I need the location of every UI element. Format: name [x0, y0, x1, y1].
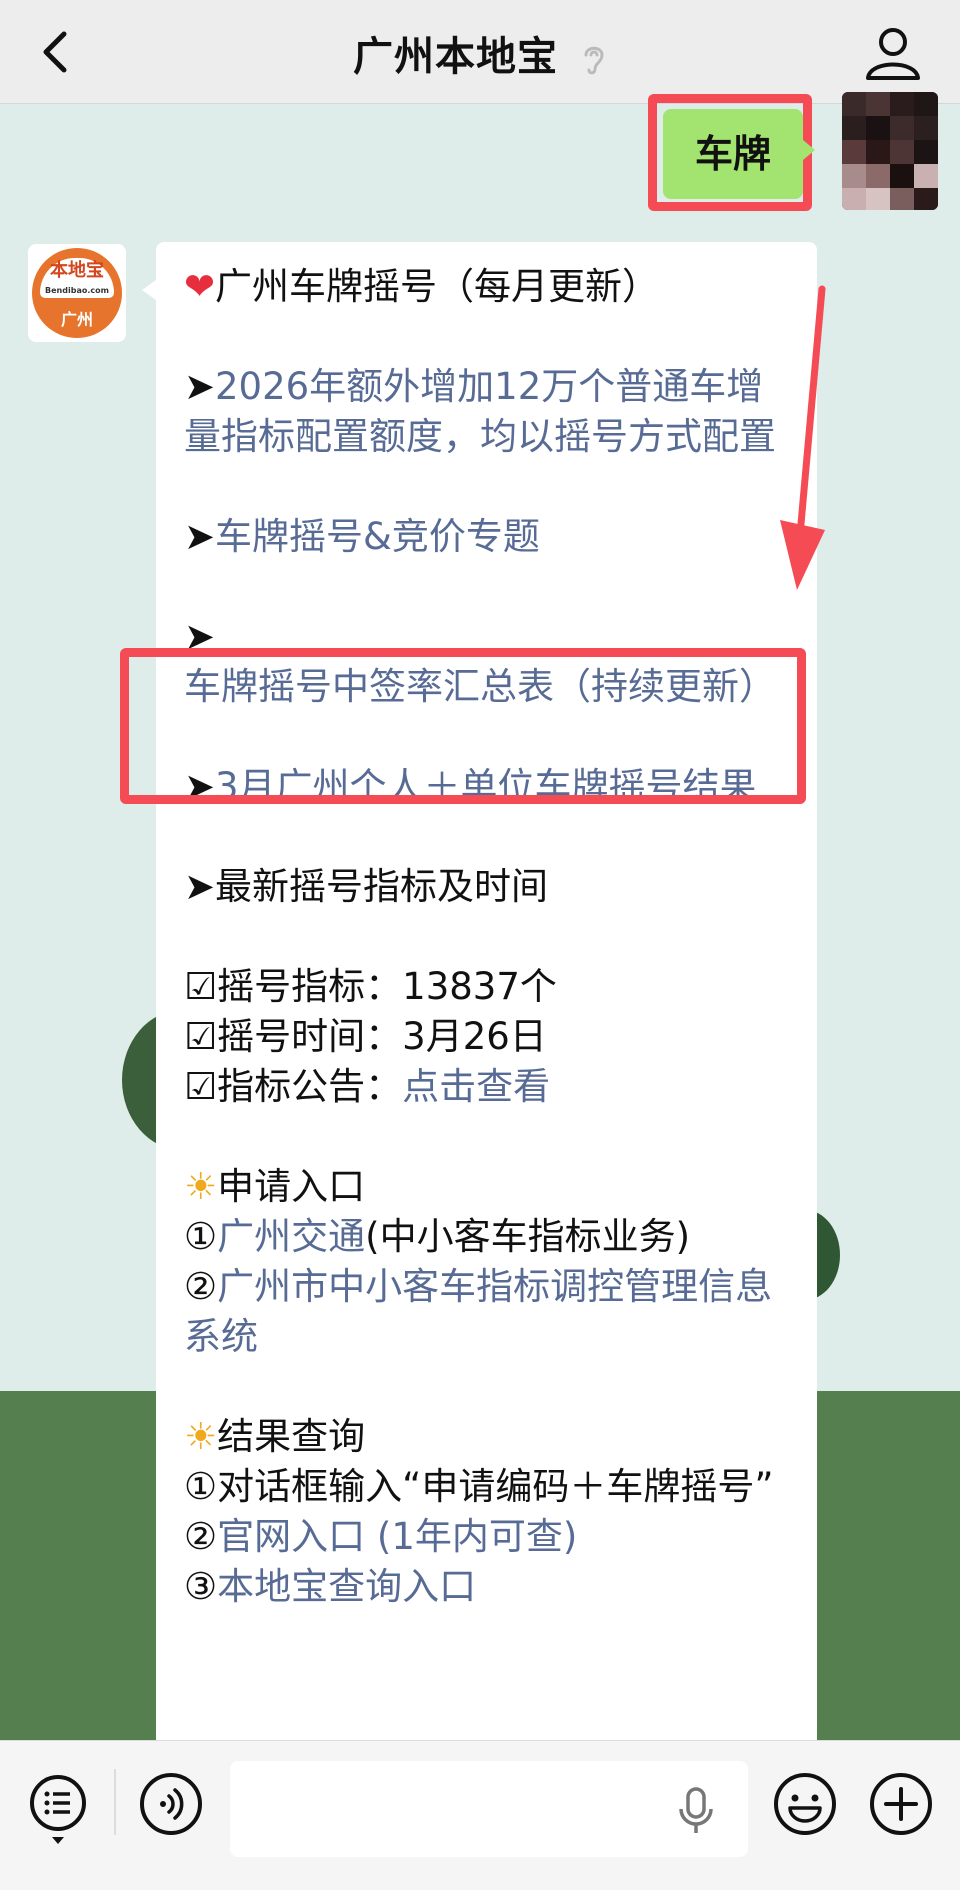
link-lottery-topic[interactable]: 车牌摇号&竞价专题 [215, 515, 540, 558]
checkbox-icon: ☑ [184, 1065, 218, 1108]
input-bar [0, 1740, 960, 1890]
message-input[interactable] [230, 1761, 748, 1857]
link-bendibao-query[interactable]: 本地宝查询入口 [217, 1565, 476, 1608]
checkbox-icon: ☑ [184, 1015, 218, 1058]
result-heading-line: ☀结果查询 [184, 1412, 796, 1462]
outgoing-message-bubble[interactable]: 车牌 [663, 109, 803, 199]
outgoing-bubble-tail [803, 140, 815, 160]
incoming-message-content: ❤广州车牌摇号（每月更新） ➤2026年额外增加12万个普通车增量指标配置额度，… [184, 262, 796, 1612]
list-menu-icon[interactable] [26, 1771, 90, 1851]
quota-label: 摇号指标： [217, 965, 403, 1008]
avatar-url: Bendibao.com [45, 286, 109, 295]
arrow-bullet-icon: ➤ [184, 865, 216, 908]
arrow-bullet-icon: ➤ [184, 365, 216, 408]
latest-heading: 最新摇号指标及时间 [215, 865, 549, 908]
sun-icon: ☀ [184, 1415, 218, 1458]
checkbox-icon: ☑ [184, 965, 218, 1008]
apply-heading-line: ☀申请入口 [184, 1162, 796, 1212]
section-line: ➤最新摇号指标及时间 [184, 862, 796, 912]
message-title: 广州车牌摇号（每月更新） [215, 265, 660, 308]
link-official-site[interactable]: 官网入口 (1年内可查) [217, 1515, 577, 1558]
chat-header: 广州本地宝 [0, 0, 960, 104]
person-icon[interactable] [862, 22, 924, 84]
plus-circle-icon[interactable] [868, 1771, 934, 1837]
result-line-1: ①对话框输入“申请编码＋车牌摇号” [184, 1462, 796, 1512]
chat-title-container: 广州本地宝 [0, 24, 960, 82]
bendibao-avatar[interactable]: 本地宝 Bendibao.com 广州 [28, 244, 126, 342]
sun-icon: ☀ [184, 1165, 218, 1208]
time-line: ☑摇号时间：3月26日 [184, 1012, 796, 1062]
circled-two-icon: ② [184, 1515, 218, 1558]
link-quota-increase[interactable]: 2026年额外增加12万个普通车增量指标配置额度，均以摇号方式配置 [184, 365, 776, 458]
result-line-2: ②官网入口 (1年内可查) [184, 1512, 796, 1562]
link-line: ➤车牌摇号&竞价专题 [184, 512, 796, 562]
arrow-bullet-icon: ➤ [184, 515, 216, 558]
notice-line: ☑指标公告：点击查看 [184, 1062, 796, 1112]
user-avatar[interactable] [842, 92, 938, 210]
smile-emoji-icon[interactable] [772, 1771, 838, 1837]
quota-line: ☑摇号指标：13837个 [184, 962, 796, 1012]
time-label: 摇号时间： [217, 1015, 403, 1058]
avatar-city: 广州 [60, 310, 93, 329]
link-quota-system[interactable]: 广州市中小客车指标调控管理信息系统 [184, 1265, 772, 1358]
circled-one-icon: ① [184, 1465, 218, 1508]
circled-two-icon: ② [184, 1265, 218, 1308]
outgoing-message-text: 车牌 [694, 132, 771, 176]
apply-line-2: ②广州市中小客车指标调控管理信息系统 [184, 1262, 796, 1362]
notice-label: 指标公告： [217, 1065, 403, 1108]
bar-divider [114, 1769, 116, 1835]
notice-link[interactable]: 点击查看 [402, 1065, 550, 1108]
microphone-icon[interactable] [675, 1787, 717, 1835]
time-value: 3月26日 [402, 1015, 547, 1058]
highlight-box [120, 648, 806, 804]
link-line: ➤2026年额外增加12万个普通车增量指标配置额度，均以摇号方式配置 [184, 362, 796, 462]
voice-icon[interactable] [138, 1771, 204, 1837]
chat-title: 广州本地宝 [353, 34, 559, 80]
circled-one-icon: ① [184, 1215, 218, 1258]
apply-heading: 申请入口 [217, 1165, 366, 1208]
circled-three-icon: ③ [184, 1565, 218, 1608]
quota-value: 13837个 [402, 965, 557, 1008]
apply-line-1: ①广州交通(中小客车指标业务) [184, 1212, 796, 1262]
result1-text: 对话框输入“申请编码＋车牌摇号” [217, 1465, 774, 1508]
apply1-note: (中小客车指标业务) [365, 1215, 691, 1258]
red-arrow-icon [780, 285, 826, 590]
message-title-line: ❤广州车牌摇号（每月更新） [184, 262, 796, 312]
link-guangzhou-traffic[interactable]: 广州交通 [217, 1215, 365, 1258]
result-heading: 结果查询 [217, 1415, 366, 1458]
incoming-bubble-tail [142, 280, 156, 300]
result-line-3: ③本地宝查询入口 [184, 1562, 796, 1612]
ear-icon [584, 46, 604, 75]
heart-icon: ❤ [184, 265, 216, 308]
